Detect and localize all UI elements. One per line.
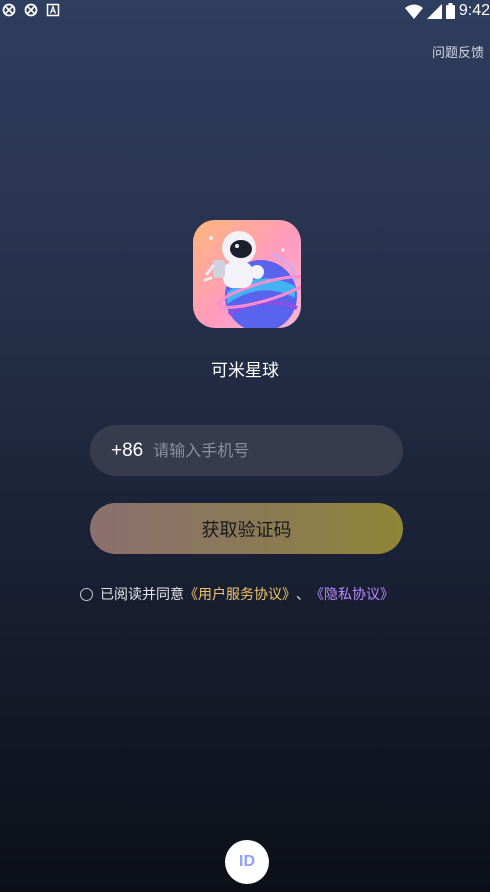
status-indicators: 9:42 — [404, 2, 490, 20]
wifi-icon — [404, 4, 423, 19]
app-notification-icon — [2, 3, 16, 17]
agreement-separator: 、 — [296, 587, 310, 603]
feedback-link[interactable]: 问题反馈 — [432, 42, 484, 61]
status-time: 9:42 — [458, 2, 490, 19]
country-code[interactable]: +86 — [111, 440, 143, 462]
id-login-button[interactable]: ID — [225, 840, 269, 884]
astronaut-planet-logo-icon — [203, 231, 301, 328]
battery-icon — [445, 3, 455, 19]
status-bar: 9:42 — [0, 0, 490, 24]
phone-field: +86 — [90, 425, 403, 476]
get-code-button[interactable]: 获取验证码 — [90, 503, 403, 554]
app-logo — [193, 220, 301, 328]
agreement-row: 已阅读并同意 《用户服务协议》 、 《隐私协议》 — [80, 584, 394, 604]
agreement-checkbox[interactable] — [80, 587, 93, 601]
app-name: 可米星球 — [211, 361, 279, 381]
id-button-label: ID — [239, 853, 255, 870]
user-agreement-link[interactable]: 《用户服务协议》 — [184, 584, 296, 604]
status-notifications — [2, 3, 60, 17]
phone-input[interactable] — [153, 441, 374, 460]
privacy-policy-link[interactable]: 《隐私协议》 — [310, 584, 394, 604]
cellular-signal-icon — [426, 3, 442, 19]
keyboard-notification-icon — [46, 3, 60, 17]
agreement-prefix: 已阅读并同意 — [100, 587, 184, 603]
app-notification-icon — [24, 3, 38, 17]
